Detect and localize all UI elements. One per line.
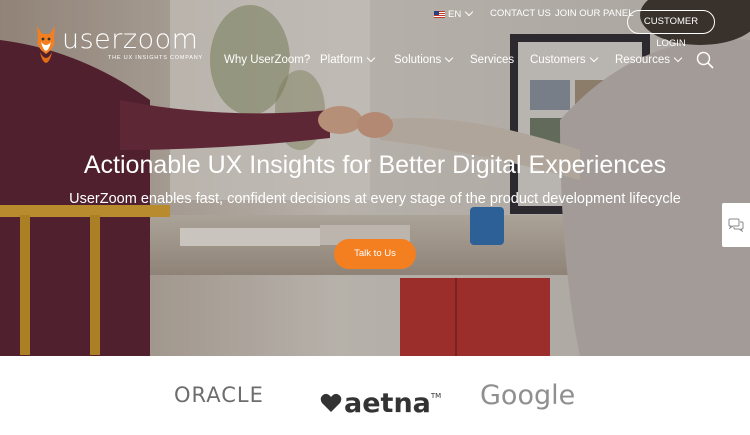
- nav-label: Customers: [530, 54, 586, 66]
- utility-nav: EN CONTACT US JOIN OUR PANEL CUSTOMER LO…: [0, 7, 750, 49]
- talk-to-us-button[interactable]: Talk to Us: [334, 239, 416, 269]
- nav-label: Platform: [320, 54, 363, 66]
- nav-label: Solutions: [394, 54, 442, 66]
- brand-name: userzoom: [62, 24, 199, 55]
- oracle-logo: ORACLE: [174, 383, 264, 407]
- chevron-down-icon: [589, 53, 598, 63]
- customer-login-button[interactable]: CUSTOMER LOGIN: [627, 10, 715, 49]
- hero-headline: Actionable UX Insights for Better Digita…: [83, 151, 667, 179]
- nav-label: Why UserZoom?: [224, 54, 311, 66]
- nav-item-services[interactable]: Services: [470, 53, 514, 67]
- hero-subheadline: UserZoom enables fast, confident decisio…: [69, 191, 681, 207]
- contact-us-link[interactable]: CONTACT US: [490, 9, 551, 19]
- aetna-logo: aetnaTM: [320, 382, 441, 418]
- nav-item-why-userzoom[interactable]: Why UserZoom?: [224, 53, 310, 67]
- language-selector[interactable]: EN: [434, 7, 474, 20]
- nav-item-solutions[interactable]: Solutions: [394, 53, 454, 67]
- fox-mascot-icon: [37, 26, 55, 63]
- nav-item-platform[interactable]: Platform: [320, 53, 376, 67]
- search-icon[interactable]: [696, 51, 714, 69]
- heart-icon: [320, 393, 342, 412]
- brand-tagline: THE UX INSIGHTS COMPANY: [108, 55, 203, 61]
- join-panel-link[interactable]: JOIN OUR PANEL: [555, 9, 633, 19]
- hero-section: userzoom THE UX INSIGHTS COMPANY EN CONT…: [0, 0, 750, 356]
- chevron-down-icon: [445, 53, 454, 63]
- aetna-wordmark: aetna: [344, 388, 431, 419]
- brand-logo[interactable]: userzoom THE UX INSIGHTS COMPANY: [34, 24, 203, 64]
- us-flag-icon: [434, 10, 445, 18]
- nav-label: Resources: [615, 54, 670, 66]
- client-logos-strip: ORACLE aetnaTM Google: [0, 356, 750, 435]
- nav-label: Services: [470, 54, 515, 66]
- chat-widget-tab[interactable]: [722, 203, 750, 247]
- aetna-trademark: TM: [430, 392, 442, 400]
- chevron-down-icon: [673, 53, 683, 63]
- nav-item-customers[interactable]: Customers: [530, 53, 598, 67]
- chat-bubbles-icon: [728, 218, 744, 232]
- chevron-down-icon: [366, 53, 376, 63]
- chevron-down-icon: [464, 7, 474, 17]
- nav-item-resources[interactable]: Resources: [615, 53, 683, 67]
- language-label: EN: [448, 9, 462, 20]
- google-logo: Google: [480, 380, 576, 411]
